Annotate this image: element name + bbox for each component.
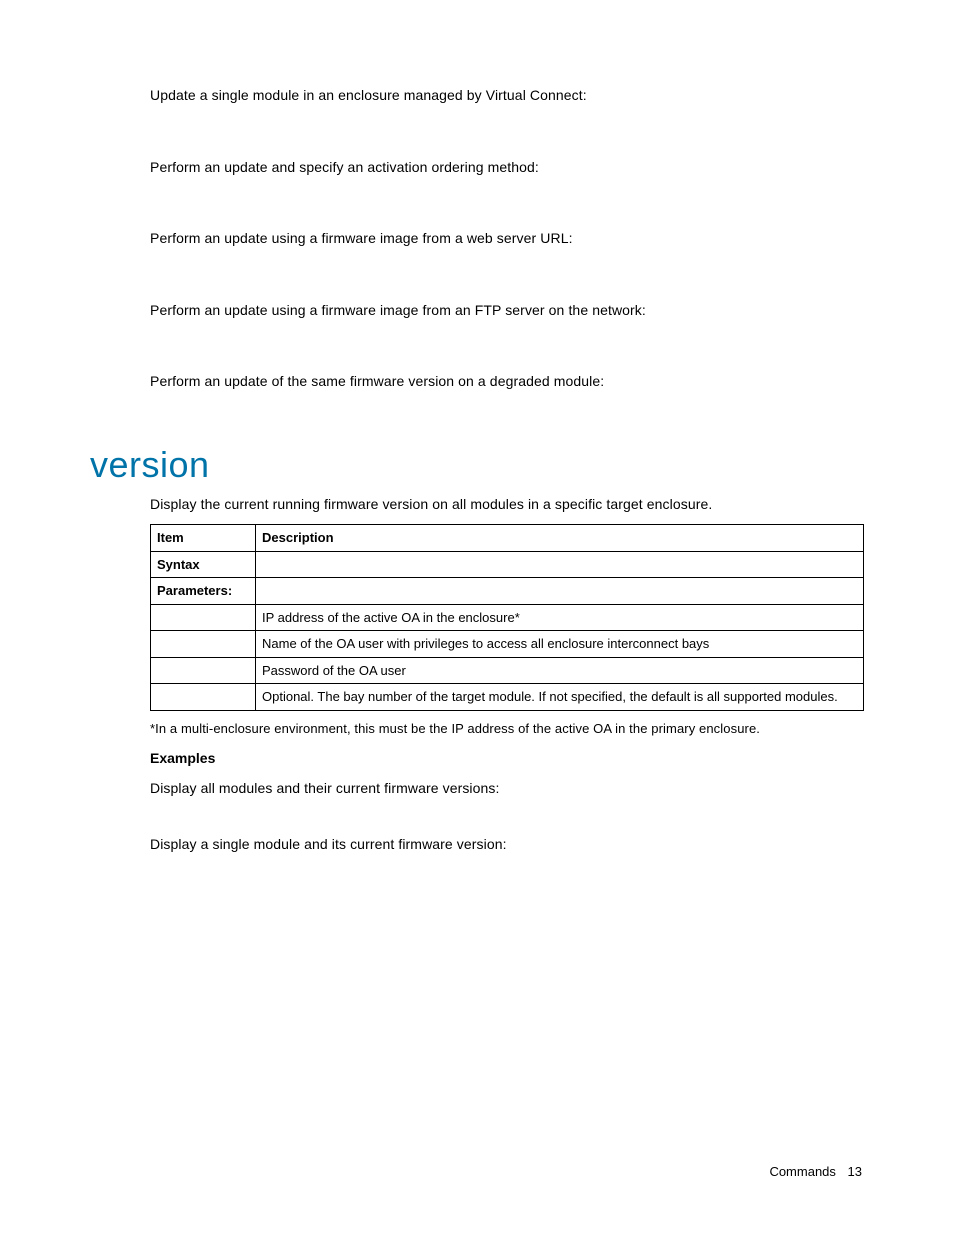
table-header-description: Description: [256, 524, 864, 551]
example-display-all: Display all modules and their current fi…: [150, 780, 864, 796]
table-cell-description: Password of the OA user: [256, 657, 864, 684]
examples-label: Examples: [150, 750, 864, 766]
table-cell-description: [256, 551, 864, 578]
paragraph-web-server-url: Perform an update using a firmware image…: [150, 229, 864, 249]
parameters-table: Item Description Syntax Parameters: IP a…: [150, 524, 864, 711]
table-row: Syntax: [151, 551, 864, 578]
table-cell-item: [151, 684, 256, 711]
table-header-row: Item Description: [151, 524, 864, 551]
page-footer: Commands 13: [769, 1164, 862, 1179]
paragraph-update-single-module: Update a single module in an enclosure m…: [150, 86, 864, 106]
section-intro: Display the current running firmware ver…: [150, 496, 864, 512]
table-cell-item: Parameters:: [151, 578, 256, 605]
table-cell-item: [151, 604, 256, 631]
footer-page-number: 13: [848, 1164, 862, 1179]
footer-section-name: Commands: [769, 1164, 835, 1179]
table-row: Optional. The bay number of the target m…: [151, 684, 864, 711]
table-header-item: Item: [151, 524, 256, 551]
section-body: Display the current running firmware ver…: [150, 496, 864, 852]
table-cell-item: [151, 631, 256, 658]
table-cell-description: [256, 578, 864, 605]
example-display-single: Display a single module and its current …: [150, 836, 864, 852]
table-row: Parameters:: [151, 578, 864, 605]
table-row: Name of the OA user with privileges to a…: [151, 631, 864, 658]
table-cell-item: [151, 657, 256, 684]
paragraph-ftp-server: Perform an update using a firmware image…: [150, 301, 864, 321]
table-cell-description: Optional. The bay number of the target m…: [256, 684, 864, 711]
table-cell-description: Name of the OA user with privileges to a…: [256, 631, 864, 658]
document-page: Update a single module in an enclosure m…: [0, 0, 954, 892]
paragraph-activation-ordering: Perform an update and specify an activat…: [150, 158, 864, 178]
table-cell-item: Syntax: [151, 551, 256, 578]
table-footnote: *In a multi-enclosure environment, this …: [150, 721, 864, 736]
section-heading-version: version: [90, 444, 864, 486]
table-row: IP address of the active OA in the enclo…: [151, 604, 864, 631]
upper-paragraph-block: Update a single module in an enclosure m…: [150, 86, 864, 392]
table-cell-description: IP address of the active OA in the enclo…: [256, 604, 864, 631]
paragraph-degraded-module: Perform an update of the same firmware v…: [150, 372, 864, 392]
table-row: Password of the OA user: [151, 657, 864, 684]
